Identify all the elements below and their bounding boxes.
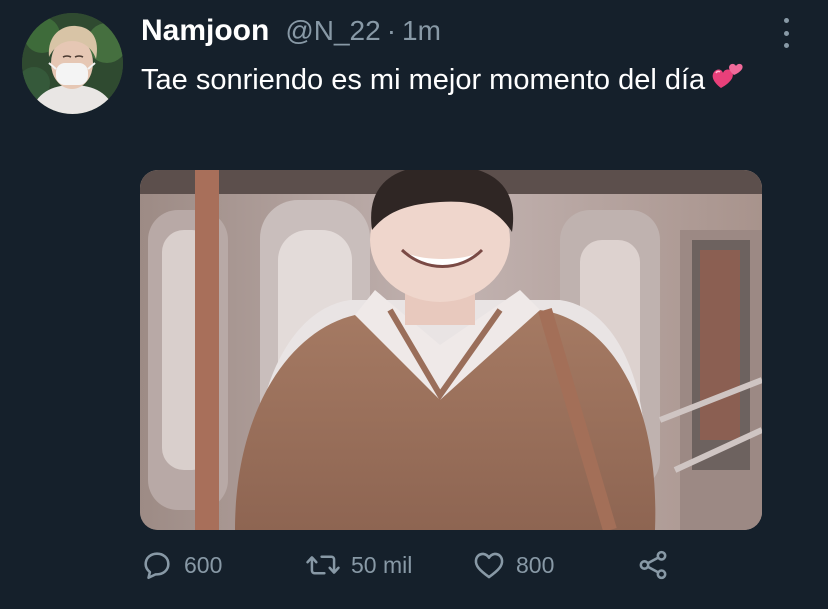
avatar[interactable] — [22, 13, 123, 114]
tweet-header: Namjoon @N_22 · 1m — [141, 14, 441, 50]
share-button[interactable] — [636, 546, 670, 584]
photo-image — [140, 170, 762, 530]
tweet-text-content: Tae sonriendo es mi mejor momento del dí… — [141, 64, 706, 96]
avatar-photo — [22, 13, 123, 114]
tweet-media-image[interactable] — [140, 170, 762, 530]
user-handle[interactable]: @N_22 — [285, 15, 380, 47]
reply-button[interactable]: 600 — [140, 546, 222, 584]
reply-count: 600 — [184, 551, 223, 578]
like-count: 800 — [516, 551, 555, 578]
two-hearts-emoji — [711, 58, 745, 105]
retweet-arrows-icon — [306, 555, 340, 575]
retweet-button[interactable]: 50 mil — [305, 546, 412, 584]
like-button[interactable]: 800 — [472, 546, 554, 584]
timestamp[interactable]: 1m — [402, 15, 441, 47]
tweet-actions: 600 50 mil 800 — [140, 546, 700, 584]
retweet-count: 50 mil — [351, 551, 413, 578]
more-options-icon[interactable] — [776, 18, 796, 48]
display-name[interactable]: Namjoon — [141, 14, 269, 48]
tweet: Namjoon @N_22 · 1m Tae sonriendo es mi m… — [0, 0, 828, 609]
tweet-text: Tae sonriendo es mi mejor momento del dí… — [141, 57, 791, 105]
heart-icon — [474, 552, 504, 579]
speech-bubble-icon — [144, 552, 170, 580]
share-icon — [639, 550, 667, 580]
separator-dot: · — [386, 15, 397, 46]
